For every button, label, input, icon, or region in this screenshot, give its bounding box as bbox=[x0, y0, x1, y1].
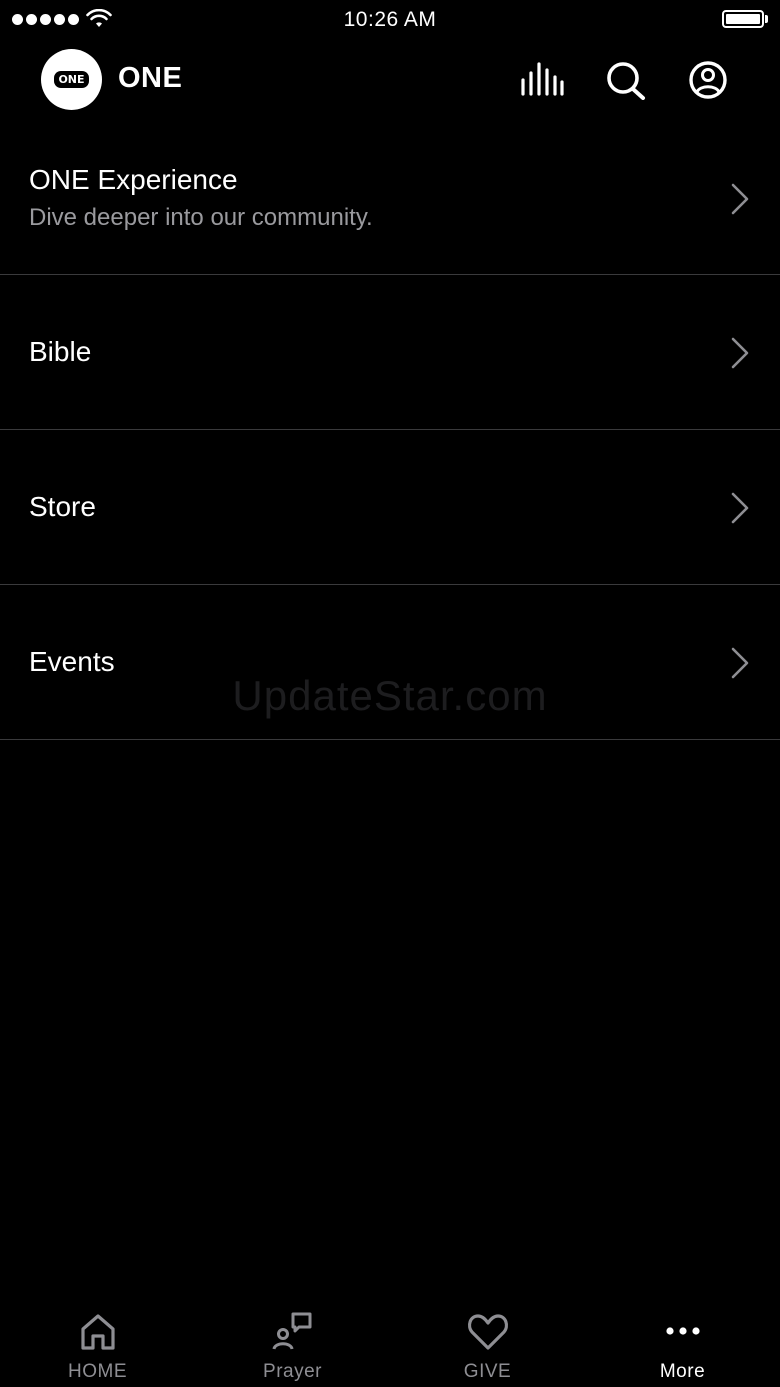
profile-icon[interactable] bbox=[686, 60, 730, 100]
menu-item-subtitle: Dive deeper into our community. bbox=[29, 204, 373, 231]
tab-label: GIVE bbox=[463, 1361, 512, 1382]
menu-item-title: Store bbox=[29, 491, 96, 522]
more-dots-icon bbox=[665, 1327, 700, 1335]
menu-item-one-experience[interactable]: ONE Experience Dive deeper into our comm… bbox=[0, 120, 780, 275]
bottom-tab-bar: HOME Prayer GIVE More bbox=[0, 1297, 780, 1387]
tab-give[interactable]: GIVE bbox=[390, 1297, 585, 1387]
app-logo[interactable]: ONE bbox=[41, 49, 102, 110]
logo-text: ONE bbox=[54, 71, 89, 88]
prayer-icon bbox=[272, 1312, 311, 1350]
battery-tip bbox=[765, 15, 768, 23]
app-name: ONE bbox=[118, 62, 183, 94]
status-time: 10:26 AM bbox=[343, 8, 437, 31]
menu-item-store[interactable]: Store bbox=[0, 430, 780, 585]
search-icon[interactable] bbox=[604, 60, 648, 100]
menu-item-title: Bible bbox=[29, 336, 92, 367]
audio-bars-icon[interactable] bbox=[520, 60, 564, 100]
tab-prayer[interactable]: Prayer bbox=[195, 1297, 390, 1387]
battery-icon bbox=[722, 10, 764, 28]
menu-item-bible[interactable]: Bible bbox=[0, 275, 780, 430]
heart-icon bbox=[467, 1314, 508, 1350]
tab-label: More bbox=[659, 1361, 706, 1382]
tab-label: HOME bbox=[68, 1361, 127, 1382]
more-menu-list: ONE Experience Dive deeper into our comm… bbox=[0, 120, 780, 740]
chevron-right-icon bbox=[731, 337, 749, 369]
tab-label: Prayer bbox=[263, 1361, 322, 1382]
chevron-right-icon bbox=[731, 183, 749, 215]
watermark: UpdateStar.com bbox=[232, 672, 548, 719]
home-icon bbox=[80, 1314, 115, 1350]
tab-home[interactable]: HOME bbox=[0, 1297, 195, 1387]
tab-more[interactable]: More bbox=[585, 1297, 780, 1387]
status-bar: 10:26 AM bbox=[0, 0, 780, 40]
menu-item-title: ONE Experience bbox=[29, 164, 238, 195]
chevron-right-icon bbox=[731, 492, 749, 524]
app-header: ONE ONE bbox=[0, 40, 780, 120]
